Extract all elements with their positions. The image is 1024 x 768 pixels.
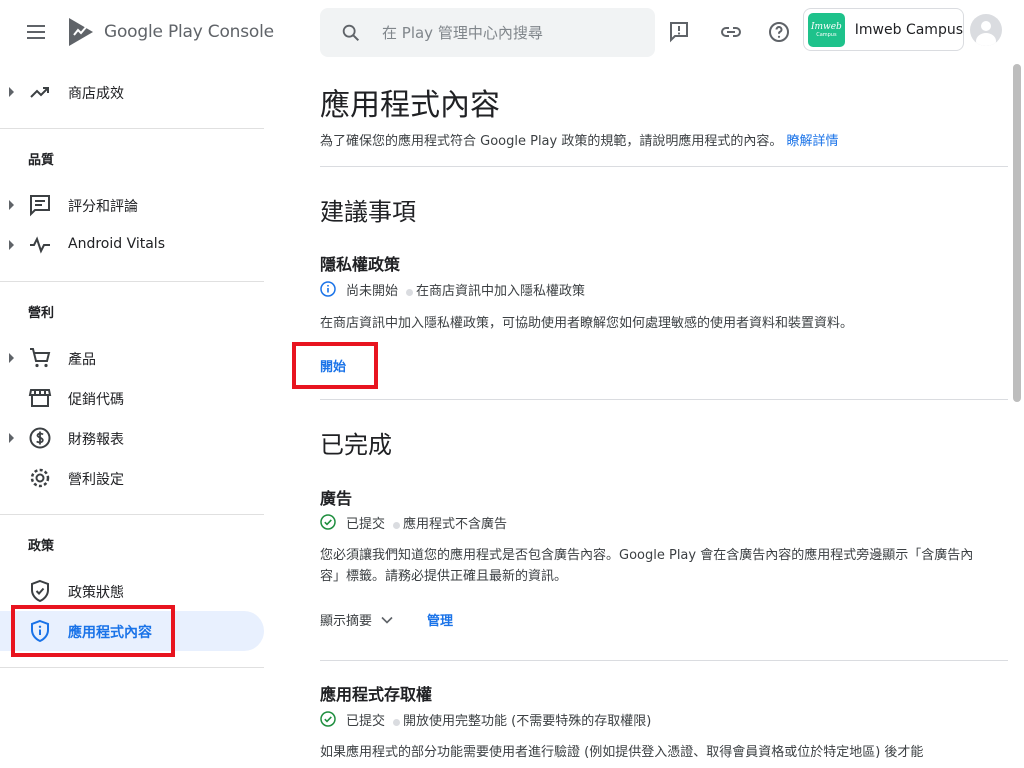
sidebar-item-promo-codes[interactable]: 促銷代碼 (0, 378, 264, 418)
reviews-icon (30, 195, 50, 217)
ads-title: 廣告 (320, 489, 353, 508)
app-access-status: 已提交 開放使用完整功能 (不需要特殊的存取權限) (320, 710, 651, 729)
link-icon[interactable] (719, 20, 743, 44)
menu-icon[interactable] (24, 20, 48, 44)
info-icon (320, 281, 336, 297)
sidebar-item-store-performance[interactable]: 商店成效 (0, 72, 264, 112)
expand-arrow-icon[interactable] (9, 353, 14, 363)
store-icon (28, 389, 52, 407)
section-title-policy: 政策 (28, 539, 55, 554)
shield-check-icon (31, 579, 49, 603)
expand-arrow-icon[interactable] (9, 87, 14, 97)
privacy-policy-status: 尚未開始 在商店資訊中加入隱私權政策 (320, 280, 585, 299)
sidebar-divider (0, 667, 264, 668)
check-circle-icon (320, 514, 336, 530)
manage-link[interactable]: 管理 (427, 610, 453, 629)
feedback-icon[interactable] (667, 20, 691, 44)
sidebar-item-financial-reports[interactable]: 財務報表 (0, 418, 264, 458)
main-content: 應用程式內容 為了確保您的應用程式符合 Google Play 政策的規範，請說… (320, 64, 1008, 768)
sidebar-item-monetize-settings[interactable]: 營利設定 (0, 458, 264, 498)
logo-text: Google Play Console (104, 22, 274, 42)
sidebar-divider (0, 514, 264, 515)
sidebar-divider (0, 128, 264, 129)
app-access-description: 如果應用程式的部分功能需要使用者進行驗證 (例如提供登入憑證、取得會員資格或位於… (320, 745, 924, 760)
ads-description: 您必須讓我們知道您的應用程式是否包含廣告內容。Google Play 會在含廣告… (320, 548, 974, 584)
section-title-quality: 品質 (28, 153, 55, 168)
page-title: 應用程式內容 (320, 88, 500, 123)
completed-heading: 已完成 (320, 431, 392, 459)
sidebar-item-android-vitals[interactable]: Android Vitals (0, 225, 264, 265)
expand-arrow-icon[interactable] (9, 240, 14, 250)
vitals-icon (30, 236, 50, 254)
start-button[interactable]: 開始 (320, 356, 346, 375)
section-title-monetize: 營利 (28, 306, 55, 321)
content-divider (320, 166, 1008, 167)
app-access-title: 應用程式存取權 (320, 685, 433, 704)
annotation-highlight-sidebar (11, 605, 175, 657)
chevron-down-icon (381, 616, 393, 624)
status-separator-dot (393, 521, 401, 529)
cart-icon (30, 348, 51, 368)
page-description: 為了確保您的應用程式符合 Google Play 政策的規範，請說明應用程式的內… (320, 134, 839, 149)
ads-status: 已提交 應用程式不含廣告 (320, 513, 507, 532)
search-input[interactable] (382, 23, 642, 42)
sidebar-item-ratings-reviews[interactable]: 評分和評論 (0, 185, 264, 225)
dollar-icon (29, 427, 51, 449)
sidebar: 商店成效 品質 評分和評論 Android Vitals 營利 產品 促銷代碼 … (0, 64, 264, 768)
play-console-logo[interactable]: Google Play Console (68, 16, 274, 48)
status-separator-dot (406, 288, 414, 296)
sidebar-item-products[interactable]: 產品 (0, 338, 264, 378)
content-divider (320, 399, 1008, 400)
gear-icon (30, 468, 50, 488)
learn-more-link[interactable]: 瞭解詳情 (787, 134, 839, 149)
scrollbar[interactable] (1013, 64, 1021, 402)
privacy-policy-title: 隱私權政策 (320, 255, 401, 274)
play-console-logo-icon (69, 18, 93, 46)
search-bar[interactable] (320, 8, 655, 57)
sidebar-divider (0, 281, 264, 282)
account-name: Imweb Campus (854, 21, 963, 38)
recommended-heading: 建議事項 (320, 198, 416, 226)
content-divider (320, 660, 1008, 661)
check-circle-icon (320, 711, 336, 727)
help-icon[interactable] (767, 20, 791, 44)
show-summary-toggle[interactable]: 顯示摘要 (320, 610, 394, 629)
avatar[interactable] (970, 14, 1002, 46)
account-switcher[interactable]: Imweb Campus Imweb Campus (803, 8, 964, 51)
trending-up-icon (30, 87, 49, 98)
search-icon (342, 24, 360, 41)
status-separator-dot (393, 718, 401, 726)
account-logo: Imweb Campus (808, 12, 845, 47)
top-bar: Google Play Console Imweb Campus Imweb C… (0, 0, 1024, 64)
expand-arrow-icon[interactable] (9, 200, 14, 210)
privacy-policy-description: 在商店資訊中加入隱私權政策，可協助使用者瞭解您如何處理敏感的使用者資料和裝置資料… (320, 316, 854, 331)
expand-arrow-icon[interactable] (9, 433, 14, 443)
